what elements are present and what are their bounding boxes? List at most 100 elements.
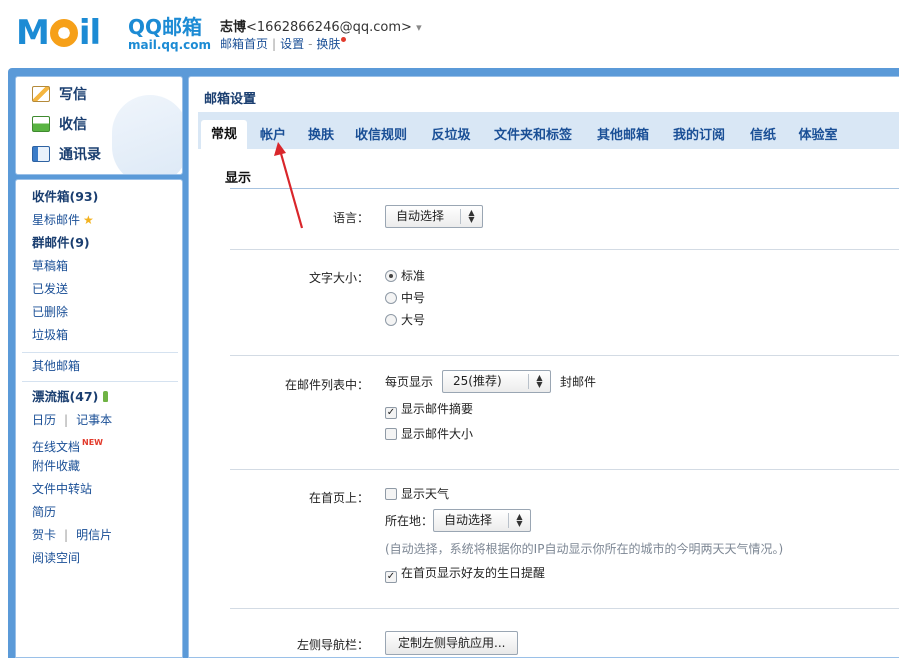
- receive-button[interactable]: 收信: [32, 114, 87, 136]
- location-select-value: 自动选择: [444, 513, 493, 527]
- tab-subscriptions[interactable]: 我的订阅: [666, 122, 732, 149]
- top-header: Mil QQ邮箱 mail.qq.com 志博<1662866246@qq.co…: [0, 0, 899, 68]
- font-size-option-medium[interactable]: 中号: [385, 290, 425, 306]
- mail-list-label: 在邮件列表中：: [284, 378, 369, 392]
- location-label: 所在地：: [385, 514, 434, 528]
- sidebar-item-label: 星标邮件: [32, 213, 81, 227]
- settings-link[interactable]: 设置: [280, 37, 304, 51]
- tab-general[interactable]: 常规: [201, 120, 247, 149]
- arrow-shaft: [278, 149, 304, 229]
- checkbox-checked-icon[interactable]: ✓: [385, 571, 397, 583]
- contacts-button[interactable]: 通讯录: [32, 144, 101, 166]
- section-divider: [230, 188, 899, 189]
- checkbox-icon[interactable]: [385, 488, 397, 500]
- option-label: 大号: [401, 313, 426, 327]
- qqmail-logo[interactable]: Mil QQ邮箱 mail.qq.com: [16, 14, 211, 56]
- sidebar-item-resume[interactable]: 简历: [32, 502, 56, 522]
- per-page-select-value: 25(推荐): [453, 374, 502, 388]
- birthday-reminder-option[interactable]: ✓ 在首页显示好友的生日提醒: [385, 565, 545, 583]
- language-select-value: 自动选择: [396, 209, 445, 223]
- per-page-prefix: 每页显示: [385, 375, 434, 389]
- sidebar-folder-list: 收件箱(93) 星标邮件 ★ 群邮件(9) 草稿箱 已发送 已删除 垃圾箱 其他邮…: [15, 179, 183, 658]
- bottle-icon: [103, 391, 109, 402]
- location-select[interactable]: 自动选择 ▲ ▼: [433, 509, 531, 532]
- sidebar-item-drift-bottle[interactable]: 漂流瓶(47): [32, 387, 109, 407]
- tab-receive-rules[interactable]: 收信规则: [348, 122, 414, 149]
- option-label: 显示邮件摘要: [401, 402, 474, 416]
- row-divider: [230, 469, 899, 470]
- user-email: <1662866246@qq.com>: [246, 20, 412, 35]
- radio-icon[interactable]: [385, 270, 397, 282]
- mailbox-home-link[interactable]: 邮箱首页: [220, 37, 268, 51]
- tab-folders-labels[interactable]: 文件夹和标签: [487, 122, 579, 149]
- customize-left-nav-button[interactable]: 定制左侧导航应用...: [385, 631, 519, 655]
- checkbox-icon[interactable]: [385, 428, 397, 440]
- link-separator: |: [64, 413, 69, 427]
- logo-brand: QQ邮箱: [128, 15, 203, 39]
- sidebar-item-group-mail[interactable]: 群邮件(9): [32, 233, 90, 253]
- sidebar-item-drafts[interactable]: 草稿箱: [32, 256, 68, 276]
- radio-icon[interactable]: [385, 292, 397, 304]
- sidebar-item-spam[interactable]: 垃圾箱: [32, 325, 68, 345]
- contacts-label: 通讯录: [59, 147, 101, 163]
- option-label: 标准: [401, 269, 426, 283]
- section-title-display: 显示: [225, 171, 252, 186]
- font-size-option-standard[interactable]: 标准: [385, 268, 425, 284]
- user-name: 志博: [220, 20, 247, 35]
- compose-button[interactable]: 写信: [32, 84, 87, 106]
- sidebar-item-starred[interactable]: 星标邮件 ★: [32, 210, 94, 230]
- calendar-link[interactable]: 日历: [32, 413, 56, 427]
- select-arrows-icon: ▲ ▼: [528, 374, 550, 389]
- row-divider: [230, 249, 899, 250]
- left-nav-label: 左侧导航栏：: [296, 638, 369, 652]
- link-separator: |: [272, 37, 277, 51]
- compose-label: 写信: [59, 87, 87, 103]
- sidebar-quick-actions: 写信 收信 通讯录: [15, 76, 183, 175]
- sidebar-item-cards: 贺卡 | 明信片: [32, 525, 112, 545]
- link-separator: -: [308, 37, 313, 51]
- page-title: 邮箱设置: [204, 92, 257, 107]
- font-size-option-large[interactable]: 大号: [385, 312, 425, 328]
- show-summary-option[interactable]: ✓ 显示邮件摘要: [385, 401, 473, 419]
- arrow-head-icon: [274, 142, 286, 156]
- language-select[interactable]: 自动选择 ▲ ▼: [385, 205, 483, 228]
- greeting-card-link[interactable]: 贺卡: [32, 528, 56, 542]
- sidebar-item-attachments[interactable]: 附件收藏: [32, 456, 80, 476]
- account-dropdown-icon[interactable]: ▾: [416, 21, 422, 34]
- show-size-option[interactable]: 显示邮件大小: [385, 426, 473, 442]
- tab-other-mailbox[interactable]: 其他邮箱: [590, 122, 656, 149]
- option-label: 在首页显示好友的生日提醒: [401, 566, 546, 580]
- sidebar-item-inbox[interactable]: 收件箱(93): [32, 187, 98, 207]
- tab-anti-spam[interactable]: 反垃圾: [425, 122, 477, 149]
- homepage-label: 在首页上：: [308, 491, 369, 505]
- sidebar-item-deleted[interactable]: 已删除: [32, 302, 68, 322]
- radio-icon[interactable]: [385, 314, 397, 326]
- tab-stationery[interactable]: 信纸: [743, 122, 783, 149]
- option-label: 中号: [401, 291, 426, 305]
- sidebar-item-reading-space[interactable]: 阅读空间: [32, 548, 80, 568]
- user-account-line[interactable]: 志博<1662866246@qq.com> ▾: [220, 16, 422, 35]
- receive-label: 收信: [59, 117, 87, 133]
- sidebar-item-online-docs[interactable]: 在线文档 NEW: [32, 433, 103, 454]
- per-page-suffix: 封邮件: [560, 375, 597, 389]
- notification-dot-icon: [341, 37, 347, 42]
- postcard-link[interactable]: 明信片: [76, 528, 112, 542]
- sidebar-item-sent[interactable]: 已发送: [32, 279, 68, 299]
- change-skin-link[interactable]: 换肤: [316, 37, 340, 51]
- sidebar-item-label: 漂流瓶(47): [32, 389, 99, 404]
- sidebar-divider: [22, 352, 178, 353]
- notepad-link[interactable]: 记事本: [76, 413, 112, 427]
- sidebar-item-other-mailbox[interactable]: 其他邮箱: [32, 356, 80, 376]
- compose-icon: [32, 86, 50, 102]
- select-arrows-icon: ▲ ▼: [460, 209, 482, 224]
- sidebar-item-calendar-notepad: 日历 | 记事本: [32, 410, 112, 430]
- weather-hint: (自动选择，系统将根据你的IP自动显示你所在的城市的今明两天天气情况。): [385, 542, 784, 556]
- per-page-select[interactable]: 25(推荐) ▲ ▼: [442, 370, 551, 393]
- star-icon: ★: [83, 213, 94, 227]
- tab-labs[interactable]: 体验室: [791, 122, 845, 149]
- penguin-decoration-icon: [112, 95, 182, 174]
- sidebar-item-file-transfer[interactable]: 文件中转站: [32, 479, 92, 499]
- sidebar-divider: [22, 381, 178, 382]
- checkbox-checked-icon[interactable]: ✓: [385, 407, 397, 419]
- show-weather-option[interactable]: 显示天气: [385, 486, 449, 502]
